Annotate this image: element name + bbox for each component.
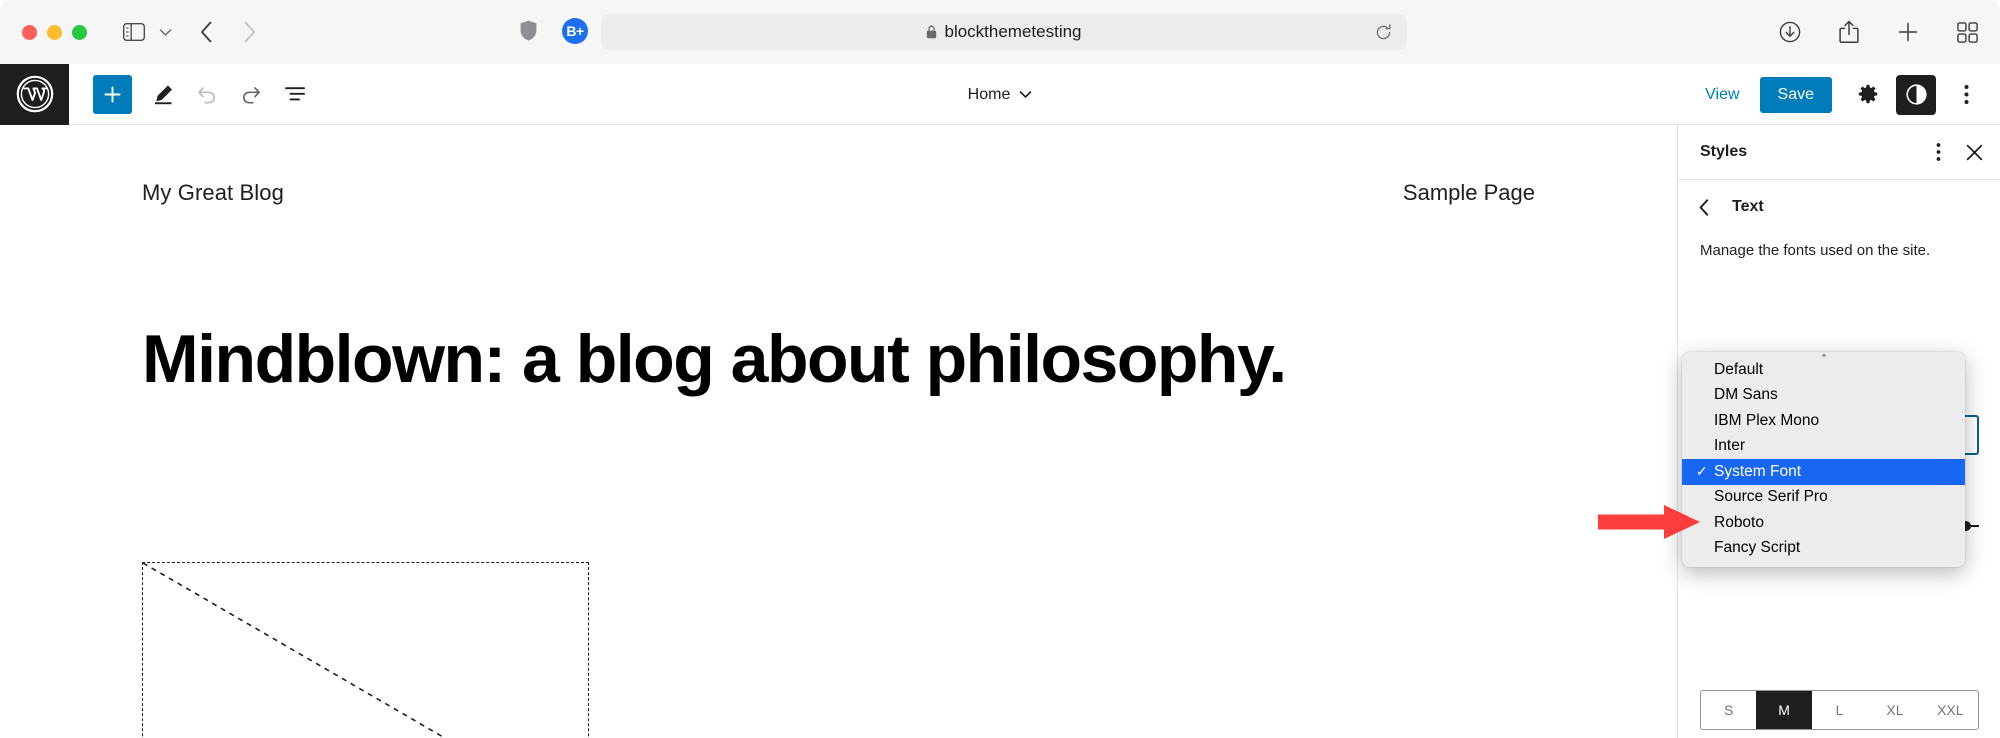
post-title[interactable]: Mindblown: a blog about philosophy. bbox=[142, 324, 1677, 395]
editor-actions: View Save bbox=[1691, 64, 1984, 125]
address-bar[interactable]: blockthemetesting bbox=[601, 14, 1407, 50]
more-vertical-icon[interactable] bbox=[1920, 134, 1956, 170]
size-option-m[interactable]: M bbox=[1756, 691, 1811, 729]
styles-panel-subtitle: Text bbox=[1732, 198, 1764, 216]
dropdown-option-system-font[interactable]: ✓ System Font bbox=[1682, 459, 1965, 485]
dropdown-option-roboto[interactable]: Roboto bbox=[1682, 510, 1965, 536]
styles-panel-header: Styles bbox=[1678, 125, 2000, 180]
dropdown-option-label: IBM Plex Mono bbox=[1714, 412, 1819, 430]
dropdown-option-default[interactable]: Default bbox=[1682, 357, 1965, 383]
styles-toggle-button[interactable] bbox=[1896, 75, 1936, 115]
size-option-l[interactable]: L bbox=[1812, 691, 1867, 729]
editor-tools bbox=[93, 72, 317, 116]
edit-tool-button[interactable] bbox=[141, 72, 185, 116]
wordpress-logo[interactable] bbox=[0, 64, 69, 125]
chevron-left-icon[interactable] bbox=[1688, 191, 1720, 223]
save-button[interactable]: Save bbox=[1760, 77, 1832, 113]
image-placeholder-block[interactable] bbox=[142, 562, 589, 738]
sidebar-toggle-icon[interactable] bbox=[123, 23, 145, 41]
nav-link-sample-page[interactable]: Sample Page bbox=[1403, 180, 1535, 206]
size-option-s[interactable]: S bbox=[1701, 691, 1756, 729]
privacy-shield-icon[interactable] bbox=[520, 20, 537, 46]
dropdown-option-label: Fancy Script bbox=[1714, 539, 1800, 557]
new-tab-plus-icon[interactable] bbox=[1897, 21, 1919, 43]
browser-chrome: B+ blockthemetesting bbox=[0, 0, 2000, 64]
dropdown-option-label: Inter bbox=[1714, 437, 1745, 455]
styles-panel-nav: Text bbox=[1678, 180, 2000, 234]
url-text: blockthemetesting bbox=[944, 22, 1081, 42]
editor-toolbar: Home View Save bbox=[0, 64, 2000, 125]
minimize-window-button[interactable] bbox=[47, 25, 62, 40]
document-title-button[interactable]: Home bbox=[968, 86, 1033, 104]
more-vertical-icon[interactable] bbox=[1948, 75, 1984, 115]
site-header: My Great Blog Sample Page bbox=[0, 125, 1677, 206]
dropdown-option-ibm-plex-mono[interactable]: IBM Plex Mono bbox=[1682, 408, 1965, 434]
app-root: B+ blockthemetesting bbox=[0, 0, 2000, 738]
redo-button[interactable] bbox=[229, 72, 273, 116]
maximize-window-button[interactable] bbox=[72, 25, 87, 40]
reload-icon[interactable] bbox=[1373, 22, 1393, 42]
lock-icon bbox=[926, 25, 937, 39]
dropdown-option-label: DM Sans bbox=[1714, 386, 1778, 404]
tab-overview-icon[interactable] bbox=[1957, 22, 1978, 43]
editor-canvas[interactable]: My Great Blog Sample Page Mindblown: a b… bbox=[0, 125, 1677, 738]
size-option-xl[interactable]: XL bbox=[1867, 691, 1922, 729]
dropdown-option-label: System Font bbox=[1714, 463, 1801, 481]
forward-arrow-icon[interactable] bbox=[243, 21, 256, 43]
document-title-label: Home bbox=[968, 86, 1011, 104]
undo-button[interactable] bbox=[185, 72, 229, 116]
red-arrow-annotation bbox=[1598, 505, 1700, 539]
dropdown-option-source-serif-pro[interactable]: Source Serif Pro bbox=[1682, 485, 1965, 511]
gear-icon[interactable] bbox=[1848, 75, 1888, 115]
site-title[interactable]: My Great Blog bbox=[142, 180, 284, 206]
window-controls bbox=[22, 25, 87, 40]
dropdown-option-inter[interactable]: Inter bbox=[1682, 434, 1965, 460]
dropdown-option-label: Default bbox=[1714, 361, 1763, 379]
dropdown-option-label: Roboto bbox=[1714, 514, 1764, 532]
extension-badge[interactable]: B+ bbox=[562, 18, 588, 44]
styles-panel-description: Manage the fonts used on the site. bbox=[1678, 234, 2000, 261]
dropdown-option-dm-sans[interactable]: DM Sans bbox=[1682, 383, 1965, 409]
back-arrow-icon[interactable] bbox=[200, 21, 213, 43]
chevron-down-icon[interactable] bbox=[159, 28, 172, 37]
url-area: B+ blockthemetesting bbox=[0, 0, 2000, 64]
browser-toolbar-right bbox=[1779, 0, 1978, 64]
chevron-down-icon bbox=[1019, 90, 1032, 99]
dropdown-option-fancy-script[interactable]: Fancy Script bbox=[1682, 536, 1965, 562]
close-icon[interactable] bbox=[1956, 134, 1992, 170]
close-window-button[interactable] bbox=[22, 25, 37, 40]
checkmark-icon: ✓ bbox=[1696, 463, 1714, 480]
view-button[interactable]: View bbox=[1691, 78, 1753, 112]
share-icon[interactable] bbox=[1839, 20, 1859, 44]
font-size-segmented-control[interactable]: S M L XL XXL bbox=[1700, 690, 1979, 730]
download-icon[interactable] bbox=[1779, 21, 1801, 43]
styles-panel-title: Styles bbox=[1700, 143, 1920, 161]
font-family-dropdown-menu[interactable]: Default DM Sans IBM Plex Mono Inter ✓ Sy… bbox=[1682, 352, 1965, 567]
placeholder-diagonal-icon bbox=[143, 563, 588, 738]
size-option-xxl[interactable]: XXL bbox=[1923, 691, 1978, 729]
dropdown-option-label: Source Serif Pro bbox=[1714, 488, 1828, 506]
list-view-button[interactable] bbox=[273, 72, 317, 116]
add-block-button[interactable] bbox=[93, 75, 132, 114]
